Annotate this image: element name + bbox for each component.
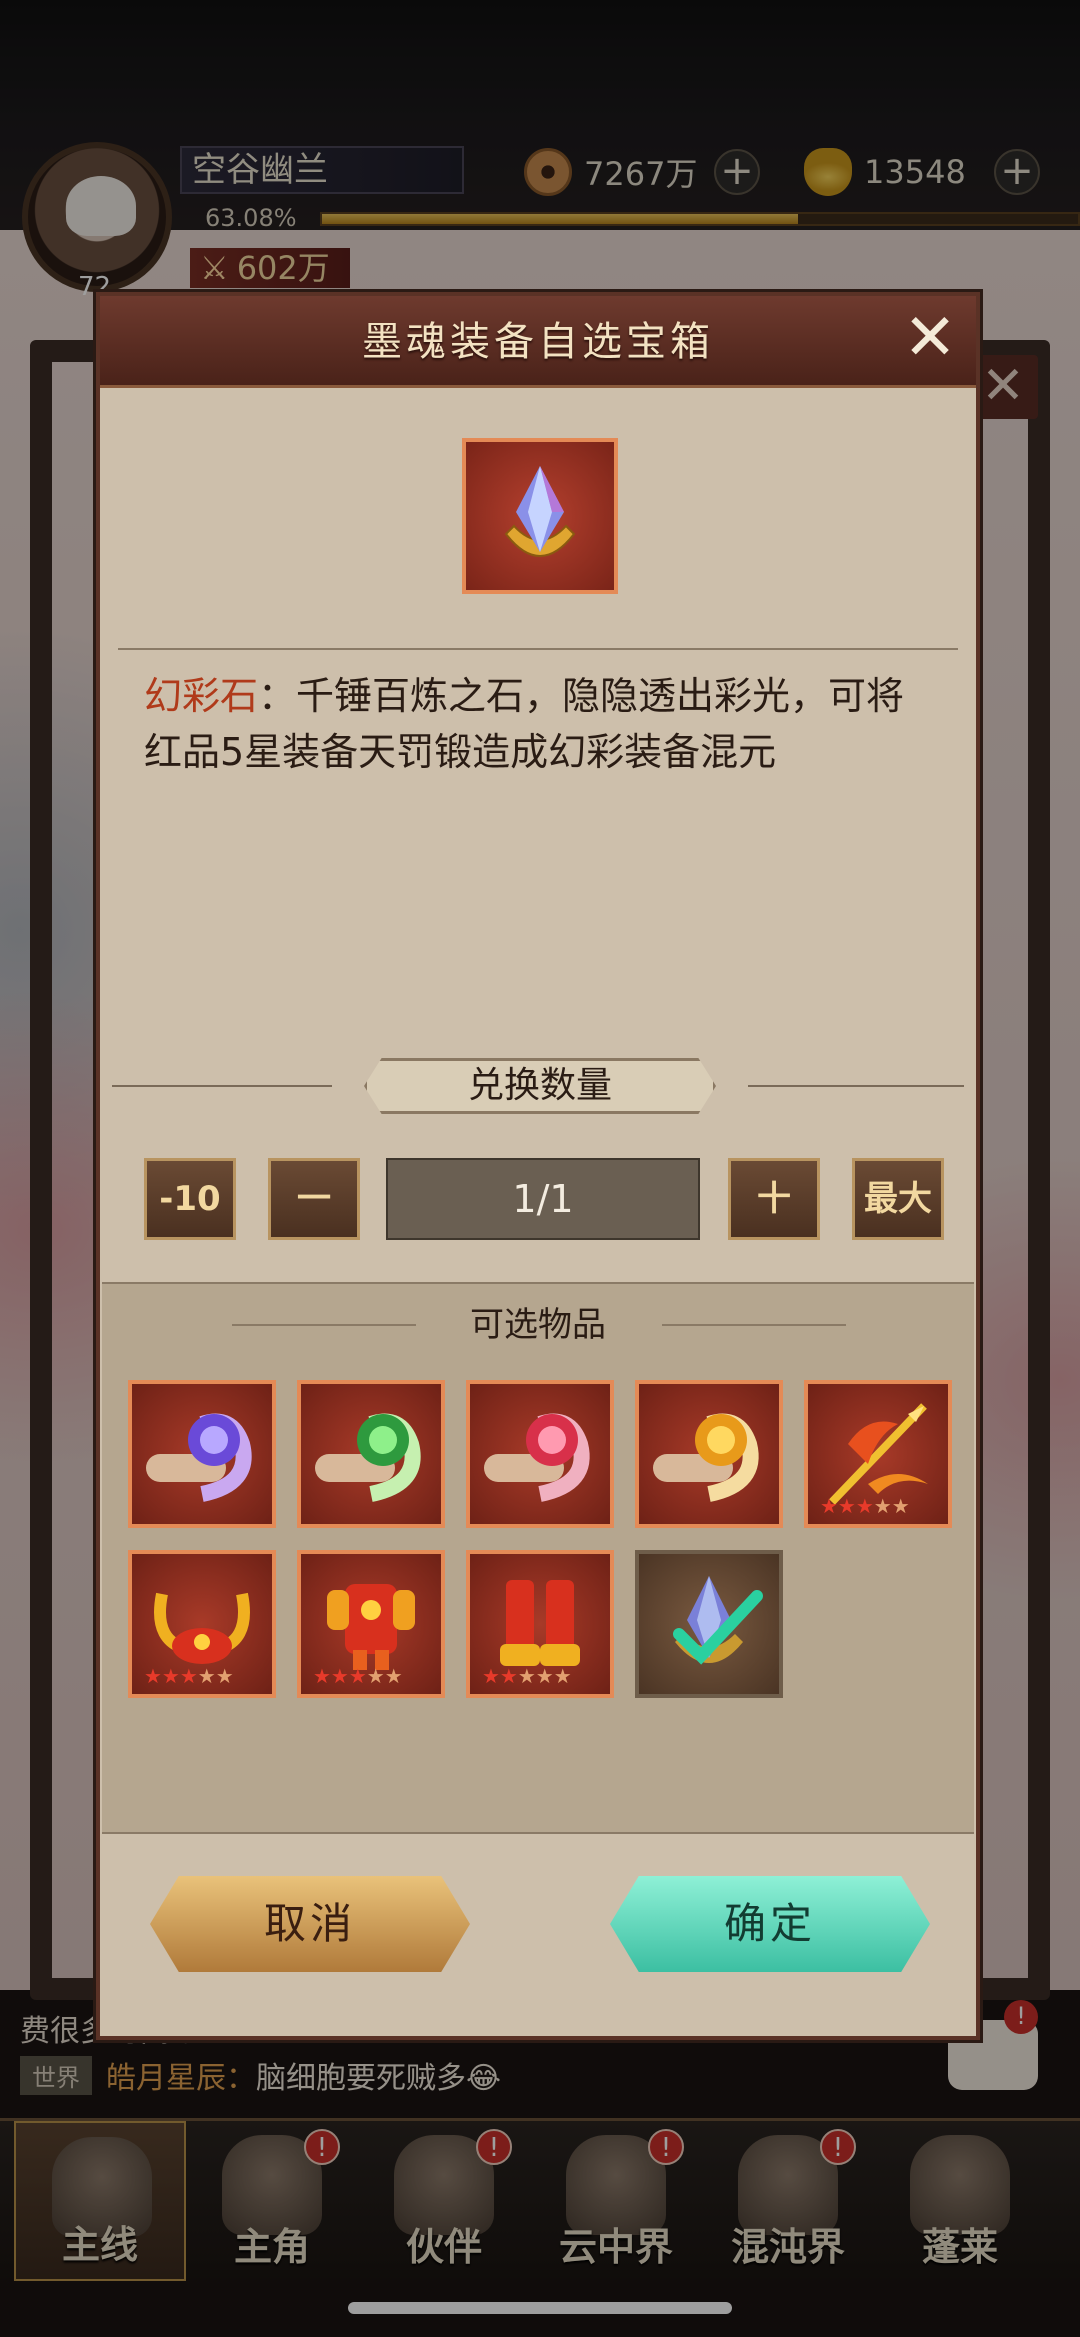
option-item[interactable]: ★★★★★ (128, 1550, 276, 1698)
option-item[interactable]: ★★★★★ (297, 1550, 445, 1698)
option-item[interactable] (635, 1380, 783, 1528)
options-title: 可选物品 (470, 1305, 606, 1345)
quantity-field[interactable]: 1/1 (386, 1158, 700, 1240)
red-soul-scroll-icon (484, 1413, 590, 1502)
close-icon[interactable]: ✕ (900, 306, 960, 370)
divider (748, 1085, 964, 1087)
option-item[interactable]: ★★★★★ (466, 1550, 614, 1698)
item-name-separator: ： (258, 674, 297, 718)
cancel-button[interactable]: 取消 (150, 1876, 470, 1972)
chest-select-dialog: 墨魂装备自选宝箱 ✕ 幻彩石：千锤百炼之石，隐隐透出彩光，可将红品5星装备天罚锻… (96, 292, 980, 2040)
divider (112, 1085, 332, 1087)
option-item[interactable] (297, 1380, 445, 1528)
minus-button[interactable]: 一 (268, 1158, 360, 1240)
option-item[interactable]: ★★★★★ (804, 1380, 952, 1528)
options-header: 可选物品 (102, 1302, 974, 1348)
option-item[interactable] (128, 1380, 276, 1528)
crystal-selected-icon (673, 1576, 763, 1665)
plus-button[interactable]: 十 (728, 1158, 820, 1240)
star-rating: ★★★★★ (144, 1664, 234, 1688)
confirm-button[interactable]: 确定 (610, 1876, 930, 1972)
divider (118, 648, 958, 650)
minus-10-button[interactable]: -10 (144, 1158, 236, 1240)
option-item-selected[interactable] (635, 1550, 783, 1698)
option-item[interactable] (466, 1380, 614, 1528)
star-rating: ★★★★★ (482, 1664, 572, 1688)
max-button[interactable]: 最大 (852, 1158, 944, 1240)
quantity-title: 兑换数量 (364, 1058, 716, 1114)
quantity-header: 兑换数量 (112, 1058, 964, 1114)
star-rating: ★★★★★ (313, 1664, 403, 1688)
dialog-header: 墨魂装备自选宝箱 ✕ (100, 296, 976, 388)
gold-soul-scroll-icon (653, 1413, 759, 1502)
item-name: 幻彩石 (144, 674, 259, 718)
item-description: 幻彩石：千锤百炼之石，隐隐透出彩光，可将红品5星装备天罚锻造成幻彩装备混元 (144, 668, 934, 780)
selectable-items-panel: 可选物品 ★★★★★ ★★★★★ ★★★★★ ★★★★★ (102, 1282, 974, 1834)
purple-soul-scroll-icon (146, 1413, 252, 1502)
green-soul-scroll-icon (315, 1413, 421, 1502)
star-rating: ★★★★★ (820, 1494, 910, 1518)
crystal-icon (504, 466, 576, 557)
crystal-item-slot[interactable] (462, 438, 618, 594)
dialog-title: 墨魂装备自选宝箱 (362, 319, 714, 365)
